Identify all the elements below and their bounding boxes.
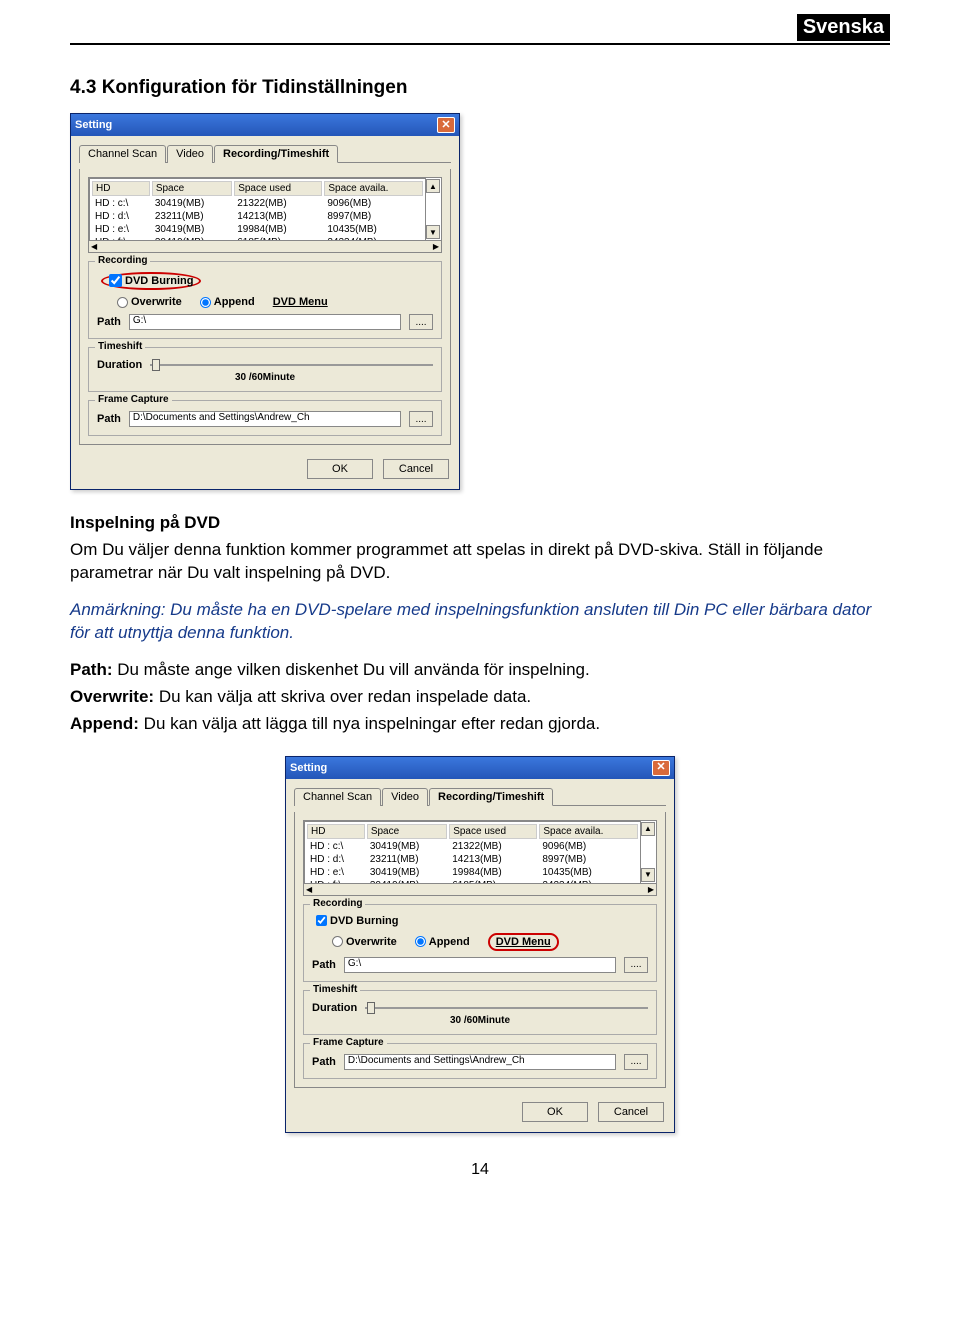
overwrite-radio[interactable] [332,936,343,947]
capture-path-browse-button[interactable]: .... [624,1054,648,1070]
drive-table: HD Space Space used Space availa. HD : c… [303,820,657,884]
settings-dialog: Setting ✕ Channel Scan Video Recording/T… [285,756,675,1133]
scroll-up-icon[interactable]: ▲ [641,822,655,836]
append-radio[interactable] [200,297,211,308]
recording-path-browse-button[interactable]: .... [624,957,648,973]
titlebar: Setting ✕ [71,114,459,136]
recording-path-browse-button[interactable]: .... [409,314,433,330]
cancel-button[interactable]: Cancel [383,459,449,479]
dvd-burning-checkbox[interactable] [316,915,327,926]
recording-fieldset: Recording DVD Burning Overwrite Append D… [88,261,442,339]
recording-fieldset: Recording DVD Burning Overwrite Append D… [303,904,657,982]
timeshift-fieldset: Timeshift Duration 30 /60Minute [303,990,657,1035]
scroll-down-icon[interactable]: ▼ [426,225,440,239]
duration-slider[interactable] [365,1001,648,1015]
ok-button[interactable]: OK [307,459,373,479]
recording-path-input[interactable]: G:\ [344,957,616,973]
settings-dialog: Setting ✕ Channel Scan Video Recording/T… [70,113,460,490]
overwrite-radio[interactable] [117,297,128,308]
table-row: HD : e:\30419(MB)19984(MB)10435(MB) [92,224,423,235]
capture-path-browse-button[interactable]: .... [409,411,433,427]
scroll-up-icon[interactable]: ▲ [426,179,440,193]
horizontal-scrollbar[interactable]: ◀▶ [303,884,657,896]
table-row: HD : f:\30419(MB)6185(MB)24234(MB) [307,880,638,884]
tab-recording-timeshift[interactable]: Recording/Timeshift [429,788,553,806]
table-row: HD : d:\23211(MB)14213(MB)8997(MB) [307,854,638,865]
capture-path-input[interactable]: D:\Documents and Settings\Andrew_Ch [344,1054,616,1070]
capture-path-input[interactable]: D:\Documents and Settings\Andrew_Ch [129,411,401,427]
recording-path-input[interactable]: G:\ [129,314,401,330]
cancel-button[interactable]: Cancel [598,1102,664,1122]
dvd-menu-link[interactable]: DVD Menu [273,296,328,308]
tab-strip: Channel Scan Video Recording/Timeshift [294,787,666,806]
recording-path-label: Path [97,316,121,328]
scroll-down-icon[interactable]: ▼ [641,868,655,882]
frame-capture-fieldset: Frame Capture Path D:\Documents and Sett… [88,400,442,436]
tab-video[interactable]: Video [382,788,428,806]
duration-slider[interactable] [150,358,433,372]
table-row: HD : f:\30419(MB)6185(MB)24234(MB) [92,237,423,241]
drive-table: HD Space Space used Space availa. HD : c… [88,177,442,241]
dvd-burning-highlight: DVD Burning [101,272,201,290]
table-row: HD : d:\23211(MB)14213(MB)8997(MB) [92,211,423,222]
language-badge: Svenska [797,14,890,41]
table-header-row: HD Space Space used Space availa. [92,181,423,196]
recording-path-label: Path [312,959,336,971]
path-paragraph: Path: Du måste ange vilken diskenhet Du … [70,659,890,682]
dvd-menu-link[interactable]: DVD Menu [496,936,551,948]
header-rule: Svenska [70,14,890,45]
dialog-title: Setting [75,119,112,131]
tab-recording-timeshift[interactable]: Recording/Timeshift [214,145,338,163]
table-row: HD : e:\30419(MB)19984(MB)10435(MB) [307,867,638,878]
timeshift-fieldset: Timeshift Duration 30 /60Minute [88,347,442,392]
note-paragraph: Anmärkning: Du måste ha en DVD-spelare m… [70,599,890,645]
paragraph-1: Om Du väljer denna funktion kommer progr… [70,539,890,585]
table-header-row: HD Space Space used Space availa. [307,824,638,839]
table-row: HD : c:\30419(MB)21322(MB)9096(MB) [92,198,423,209]
duration-label: Duration [97,359,142,371]
horizontal-scrollbar[interactable]: ◀▶ [88,241,442,253]
dialog-title: Setting [290,762,327,774]
close-icon[interactable]: ✕ [437,117,455,133]
tab-video[interactable]: Video [167,145,213,163]
tab-channel-scan[interactable]: Channel Scan [79,145,166,163]
titlebar: Setting ✕ [286,757,674,779]
duration-label: Duration [312,1002,357,1014]
dvd-menu-highlight: DVD Menu [488,933,559,951]
tab-channel-scan[interactable]: Channel Scan [294,788,381,806]
table-row: HD : c:\30419(MB)21322(MB)9096(MB) [307,841,638,852]
capture-path-label: Path [312,1056,336,1068]
page-number: 14 [70,1161,890,1179]
dialog-screenshot-1: Setting ✕ Channel Scan Video Recording/T… [70,113,890,490]
close-icon[interactable]: ✕ [652,760,670,776]
dialog-screenshot-2: Setting ✕ Channel Scan Video Recording/T… [70,756,890,1133]
dvd-burning-checkbox[interactable] [109,274,122,287]
overwrite-paragraph: Overwrite: Du kan välja att skriva over … [70,686,890,709]
subheading: Inspelning på DVD [70,512,890,535]
capture-path-label: Path [97,413,121,425]
section-title: 4.3 Konfiguration för Tidinställningen [70,77,890,99]
append-paragraph: Append: Du kan välja att lägga till nya … [70,713,890,736]
frame-capture-fieldset: Frame Capture Path D:\Documents and Sett… [303,1043,657,1079]
ok-button[interactable]: OK [522,1102,588,1122]
tab-strip: Channel Scan Video Recording/Timeshift [79,144,451,163]
append-radio[interactable] [415,936,426,947]
